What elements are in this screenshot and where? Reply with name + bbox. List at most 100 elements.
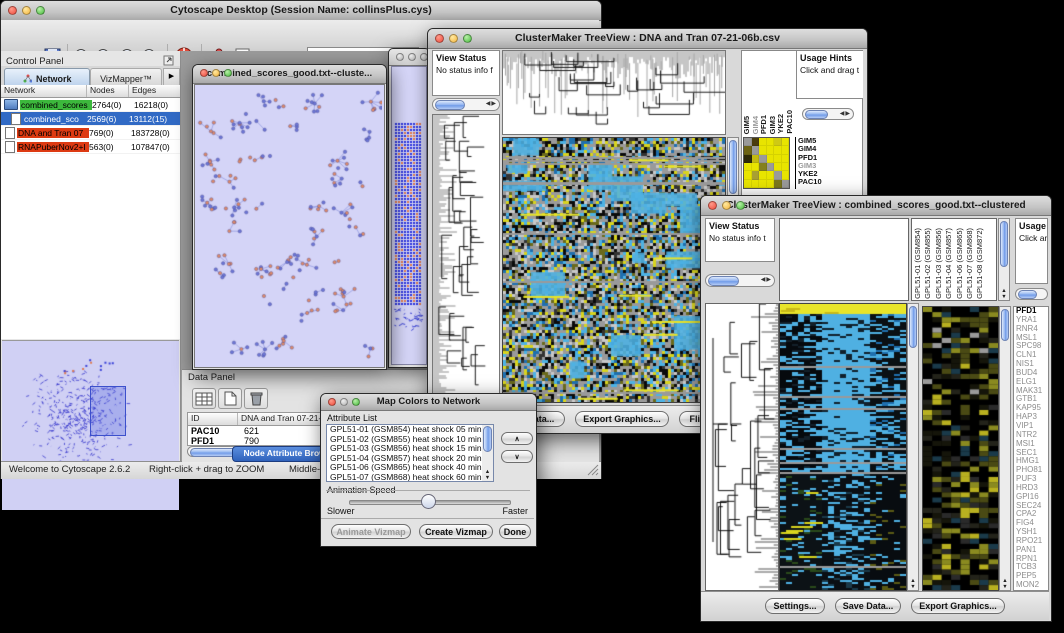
gene-label[interactable]: CPA2 [1016, 510, 1048, 519]
gene-label[interactable]: NTR2 [1016, 431, 1048, 440]
gene-label[interactable]: SPC98 [1016, 342, 1048, 351]
col-edges[interactable]: Edges [129, 85, 180, 97]
treeview1-array-dendrogram[interactable] [502, 50, 726, 135]
gene-label[interactable]: HRD3 [1016, 484, 1048, 493]
matrix-cell[interactable] [759, 171, 767, 179]
usage-hints-scrollbar[interactable] [1015, 288, 1048, 300]
gene-label[interactable]: MAK31 [1016, 387, 1048, 396]
matrix-cell[interactable] [744, 171, 752, 179]
zoom-button[interactable] [463, 34, 472, 43]
view-status-scrollbar[interactable]: ◀▶ [432, 98, 500, 111]
close-button[interactable] [328, 398, 336, 406]
gene-label[interactable]: NIS1 [1016, 360, 1048, 369]
matrix-cell[interactable] [759, 138, 767, 146]
treeview1-heatmap[interactable] [502, 137, 726, 403]
gene-label[interactable]: CLN1 [1016, 351, 1048, 360]
matrix-cell[interactable] [752, 138, 760, 146]
zoom-heatmap-scrollbar[interactable]: ▲▼ [999, 306, 1011, 591]
close-button[interactable] [8, 6, 17, 15]
gene-label[interactable]: HAP3 [1016, 413, 1048, 422]
matrix-cell[interactable] [752, 180, 760, 188]
gene-label[interactable]: GPI16 [1016, 493, 1048, 502]
gene-label[interactable]: MSI1 [1016, 440, 1048, 449]
matrix-cell[interactable] [767, 180, 775, 188]
minimize-button[interactable] [340, 398, 348, 406]
close-button[interactable] [435, 34, 444, 43]
treeview1-gene-dendrogram[interactable] [432, 114, 500, 403]
matrix-cell[interactable] [782, 163, 790, 171]
gene-label[interactable]: ELG1 [1016, 378, 1048, 387]
matrix-cell[interactable] [759, 163, 767, 171]
gene-label[interactable]: RPN1 [1016, 555, 1048, 564]
resize-grip[interactable] [587, 464, 599, 482]
matrix-cell[interactable] [774, 138, 782, 146]
matrix-cell[interactable] [782, 171, 790, 179]
gene-label[interactable]: PAN1 [1016, 546, 1048, 555]
treeview2-zoom-heatmap[interactable] [922, 306, 999, 591]
gene-label[interactable]: FIG4 [1016, 519, 1048, 528]
col-network[interactable]: Network [1, 85, 87, 97]
treeview2-vertical-scrollbar[interactable]: ▲▼ [907, 303, 919, 591]
minimize-button[interactable] [722, 201, 731, 210]
gene-label[interactable]: RPO21 [1016, 537, 1048, 546]
gene-label[interactable]: MON2 [1016, 581, 1048, 590]
matrix-cell[interactable] [752, 155, 760, 163]
gene-label[interactable]: SEC24 [1016, 502, 1048, 511]
matrix-cell[interactable] [752, 163, 760, 171]
matrix-cell[interactable] [752, 171, 760, 179]
move-down-button[interactable]: ∨ [501, 450, 533, 463]
matrix-cell[interactable] [782, 146, 790, 154]
network-canvas[interactable] [194, 84, 385, 368]
network-view-2-titlebar[interactable] [389, 49, 429, 66]
matrix-cell[interactable] [759, 180, 767, 188]
gene-label[interactable]: SEC1 [1016, 449, 1048, 458]
matrix-cell[interactable] [752, 146, 760, 154]
animation-speed-slider-thumb[interactable] [421, 494, 436, 509]
matrix-cell[interactable] [744, 155, 752, 163]
gene-label[interactable]: TCB3 [1016, 563, 1048, 572]
table-icon[interactable] [192, 388, 216, 409]
matrix-cell[interactable] [774, 146, 782, 154]
column-labels-scrollbar[interactable]: ▲▼ [998, 218, 1010, 301]
done-button[interactable]: Done [499, 524, 531, 539]
gene-label[interactable]: PFD1 [1016, 307, 1048, 316]
minimize-button[interactable] [449, 34, 458, 43]
matrix-cell[interactable] [767, 163, 775, 171]
gene-label[interactable]: PUF3 [1016, 475, 1048, 484]
move-up-button[interactable]: ∧ [501, 432, 533, 445]
matrix-cell[interactable] [767, 138, 775, 146]
matrix-cell[interactable] [759, 155, 767, 163]
matrix-cell[interactable] [767, 155, 775, 163]
matrix-cell[interactable] [744, 146, 752, 154]
zoom-button[interactable] [352, 398, 360, 406]
close-button[interactable] [396, 53, 404, 61]
new-document-icon[interactable] [218, 388, 242, 409]
matrix-cell[interactable] [744, 180, 752, 188]
treeview2-gene-dendrogram[interactable] [705, 303, 779, 591]
gene-label[interactable]: KAP95 [1016, 404, 1048, 413]
network-list-row[interactable]: DNA and Tran 07769(0)183728(0) [1, 126, 180, 140]
treeview2-heatmap[interactable] [779, 303, 907, 591]
attribute-list-item[interactable]: GPL51-07 (GSM868) heat shock 60 min [327, 473, 493, 481]
zoom-button[interactable] [36, 6, 45, 15]
gene-label[interactable]: YSH1 [1016, 528, 1048, 537]
dialog-titlebar[interactable]: Map Colors to Network [321, 394, 536, 411]
matrix-cell[interactable] [774, 171, 782, 179]
treeview2-titlebar[interactable]: ClusterMaker TreeView : combined_scores_… [701, 196, 1051, 216]
gene-label[interactable]: RNR4 [1016, 325, 1048, 334]
matrix-cell[interactable] [782, 138, 790, 146]
treeview1-titlebar[interactable]: ClusterMaker TreeView : DNA and Tran 07-… [428, 29, 867, 49]
view-status-scrollbar[interactable]: ◀▶ [705, 274, 775, 287]
network-list-row[interactable]: combined_scores2764(0)16218(0) [1, 98, 180, 112]
matrix-cell[interactable] [759, 146, 767, 154]
zoom-button[interactable] [224, 69, 232, 77]
matrix-cell[interactable] [767, 146, 775, 154]
gene-label[interactable]: PHO81 [1016, 466, 1048, 475]
main-title-bar[interactable]: Cytoscape Desktop (Session Name: collins… [1, 1, 601, 21]
close-button[interactable] [200, 69, 208, 77]
treeview2-array-dendrogram[interactable] [779, 218, 909, 301]
overview-selection-rect[interactable] [90, 386, 126, 436]
matrix-cell[interactable] [744, 138, 752, 146]
close-button[interactable] [708, 201, 717, 210]
matrix-cell[interactable] [782, 180, 790, 188]
